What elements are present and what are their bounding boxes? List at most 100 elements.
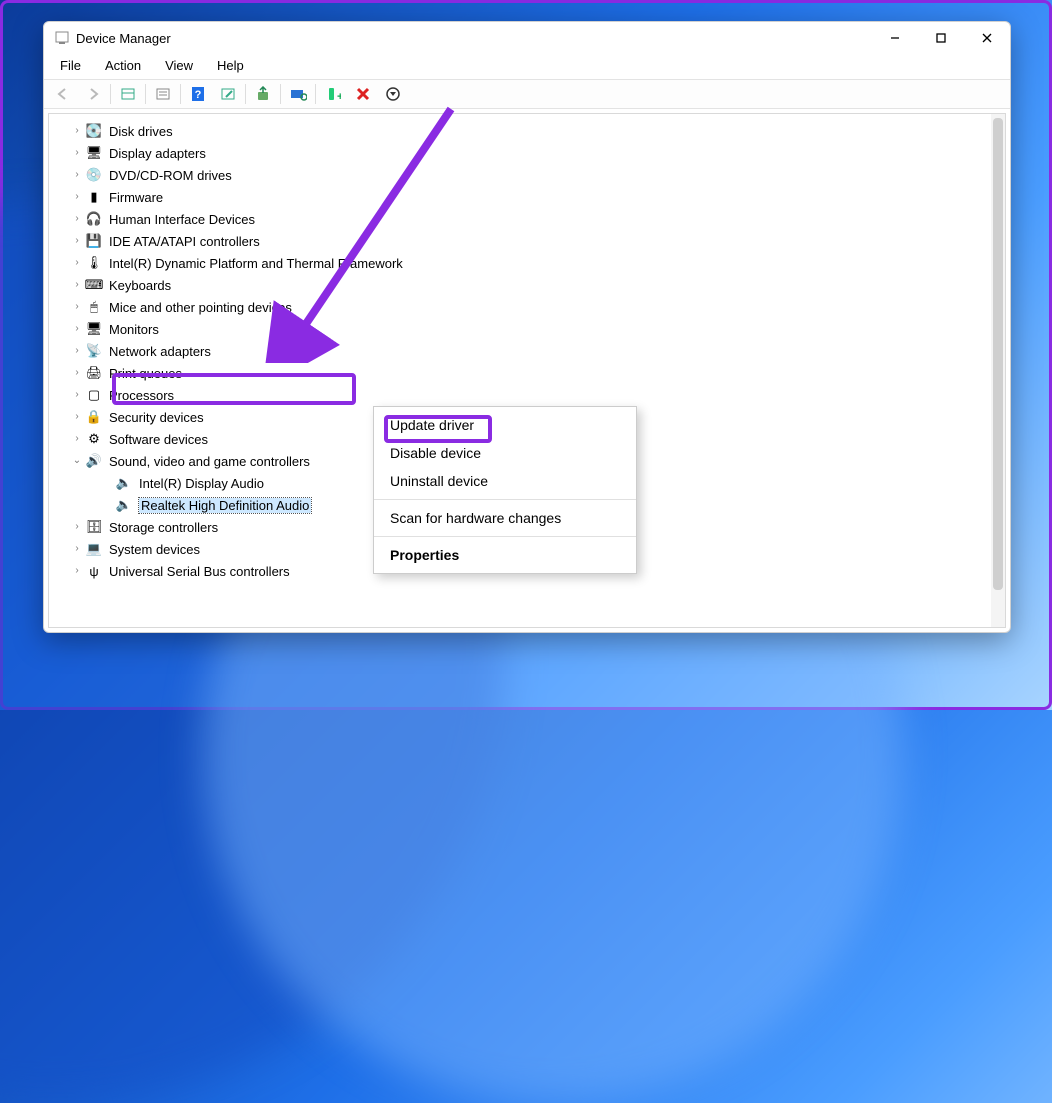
toolbar: ? + bbox=[44, 79, 1010, 109]
chevron-right-icon[interactable]: › bbox=[71, 388, 83, 400]
context-menu-item[interactable]: Uninstall device bbox=[374, 467, 636, 495]
tree-node[interactable]: ›🌡 Intel(R) Dynamic Platform and Thermal … bbox=[57, 252, 1001, 274]
tree-node[interactable]: ›🖱 Mice and other pointing devices bbox=[57, 296, 1001, 318]
tree-node-label: Universal Serial Bus controllers bbox=[109, 564, 290, 579]
chip-icon: ▮ bbox=[85, 189, 103, 205]
tree-node-label: Mice and other pointing devices bbox=[109, 300, 292, 315]
security-icon: 🔒 bbox=[85, 409, 103, 425]
tb-disable-button[interactable] bbox=[379, 82, 407, 106]
menu-view[interactable]: View bbox=[155, 56, 203, 75]
chevron-right-icon[interactable]: › bbox=[71, 410, 83, 422]
chevron-right-icon[interactable]: › bbox=[71, 190, 83, 202]
cpu-icon: ▢ bbox=[85, 387, 103, 403]
chevron-right-icon[interactable]: › bbox=[71, 256, 83, 268]
tree-node[interactable]: ›▢ Processors bbox=[57, 384, 1001, 406]
context-menu-item[interactable]: Scan for hardware changes bbox=[374, 504, 636, 532]
chevron-right-icon[interactable]: › bbox=[71, 212, 83, 224]
chevron-right-icon[interactable]: › bbox=[71, 344, 83, 356]
context-menu-item[interactable]: Properties bbox=[374, 541, 636, 569]
nav-back-button[interactable] bbox=[49, 82, 77, 106]
tree-node-label: Security devices bbox=[109, 410, 204, 425]
context-menu: Update driverDisable deviceUninstall dev… bbox=[373, 406, 637, 574]
titlebar[interactable]: Device Manager bbox=[44, 22, 1010, 54]
tree-node-label: System devices bbox=[109, 542, 200, 557]
storage-icon: 🗄 bbox=[85, 519, 103, 535]
network-icon: 📡 bbox=[85, 343, 103, 359]
tb-action-button[interactable] bbox=[214, 82, 242, 106]
tree-node-label: Disk drives bbox=[109, 124, 173, 139]
context-menu-separator bbox=[374, 536, 636, 537]
minimize-button[interactable] bbox=[872, 22, 918, 54]
close-button[interactable] bbox=[964, 22, 1010, 54]
chevron-right-icon[interactable]: › bbox=[71, 146, 83, 158]
software-icon: ⚙ bbox=[85, 431, 103, 447]
maximize-button[interactable] bbox=[918, 22, 964, 54]
tree-node-label: IDE ATA/ATAPI controllers bbox=[109, 234, 260, 249]
vertical-scrollbar[interactable] bbox=[991, 114, 1005, 627]
tree-node[interactable]: ›🖨 Print queues bbox=[57, 362, 1001, 384]
tb-properties-button[interactable] bbox=[149, 82, 177, 106]
tree-node-label: Firmware bbox=[109, 190, 163, 205]
tree-node-label: Display adapters bbox=[109, 146, 206, 161]
tree-node[interactable]: ›💿DVD/CD-ROM drives bbox=[57, 164, 1001, 186]
tree-node-label: Human Interface Devices bbox=[109, 212, 255, 227]
chevron-right-icon[interactable]: › bbox=[71, 432, 83, 444]
tree-node-label: Keyboards bbox=[109, 278, 171, 293]
speaker-icon: 🔈 bbox=[115, 475, 133, 491]
tb-show-hidden-button[interactable] bbox=[114, 82, 142, 106]
ide-icon: 💾 bbox=[85, 233, 103, 249]
tree-node-label: Monitors bbox=[109, 322, 159, 337]
context-menu-item[interactable]: Update driver bbox=[374, 411, 636, 439]
context-menu-separator bbox=[374, 499, 636, 500]
chevron-right-icon[interactable]: › bbox=[71, 234, 83, 246]
menu-file[interactable]: File bbox=[50, 56, 91, 75]
chevron-right-icon[interactable]: › bbox=[71, 168, 83, 180]
chevron-down-icon[interactable]: ⌄ bbox=[71, 454, 83, 466]
tree-node-label: Sound, video and game controllers bbox=[109, 454, 310, 469]
tree-child-label: Intel(R) Display Audio bbox=[139, 476, 264, 491]
chevron-right-icon[interactable]: › bbox=[71, 322, 83, 334]
sound-icon: 🔊 bbox=[85, 453, 103, 469]
tree-node[interactable]: ›🎧 Human Interface Devices bbox=[57, 208, 1001, 230]
tree-node[interactable]: ›💾 IDE ATA/ATAPI controllers bbox=[57, 230, 1001, 252]
display-icon: 🖥 bbox=[85, 145, 103, 161]
tb-add-device-button[interactable]: + bbox=[319, 82, 347, 106]
menu-help[interactable]: Help bbox=[207, 56, 254, 75]
thermal-icon: 🌡 bbox=[85, 255, 103, 271]
chevron-right-icon[interactable]: › bbox=[71, 542, 83, 554]
tree-node[interactable]: ›▮ Firmware bbox=[57, 186, 1001, 208]
tree-node-label: Intel(R) Dynamic Platform and Thermal Fr… bbox=[109, 256, 403, 271]
context-menu-item[interactable]: Disable device bbox=[374, 439, 636, 467]
tree-node[interactable]: ›🖥 Monitors bbox=[57, 318, 1001, 340]
printer-icon: 🖨 bbox=[85, 365, 103, 381]
tree-node[interactable]: ›💽 Disk drives bbox=[57, 120, 1001, 142]
chevron-right-icon[interactable]: › bbox=[71, 300, 83, 312]
mouse-icon: 🖱 bbox=[85, 299, 103, 315]
chevron-right-icon[interactable]: › bbox=[71, 124, 83, 136]
tb-uninstall-button[interactable] bbox=[349, 82, 377, 106]
hid-icon: 🎧 bbox=[85, 211, 103, 227]
chevron-right-icon[interactable]: › bbox=[71, 366, 83, 378]
tb-help-button[interactable]: ? bbox=[184, 82, 212, 106]
tree-node-label: Processors bbox=[109, 388, 174, 403]
chevron-right-icon[interactable]: › bbox=[71, 564, 83, 576]
system-icon: 💻 bbox=[85, 541, 103, 557]
tree-node-label: Print queues bbox=[109, 366, 182, 381]
svg-text:+: + bbox=[337, 91, 341, 102]
tree-node[interactable]: ›📡Network adapters bbox=[57, 340, 1001, 362]
menubar: File Action View Help bbox=[44, 54, 1010, 79]
chevron-right-icon[interactable]: › bbox=[71, 520, 83, 532]
nav-forward-button[interactable] bbox=[79, 82, 107, 106]
dvd-icon: 💿 bbox=[85, 167, 103, 183]
drive-icon: 💽 bbox=[85, 123, 103, 139]
tree-node[interactable]: ›🖥 Display adapters bbox=[57, 142, 1001, 164]
tb-update-driver-button[interactable] bbox=[249, 82, 277, 106]
window-title: Device Manager bbox=[76, 31, 171, 46]
tree-node[interactable]: ›⌨Keyboards bbox=[57, 274, 1001, 296]
menu-action[interactable]: Action bbox=[95, 56, 151, 75]
tree-child-label: Realtek High Definition Audio bbox=[139, 498, 311, 513]
chevron-right-icon[interactable]: › bbox=[71, 278, 83, 290]
monitor-icon: 🖥 bbox=[85, 321, 103, 337]
tb-scan-button[interactable] bbox=[284, 82, 312, 106]
app-icon bbox=[54, 30, 70, 46]
